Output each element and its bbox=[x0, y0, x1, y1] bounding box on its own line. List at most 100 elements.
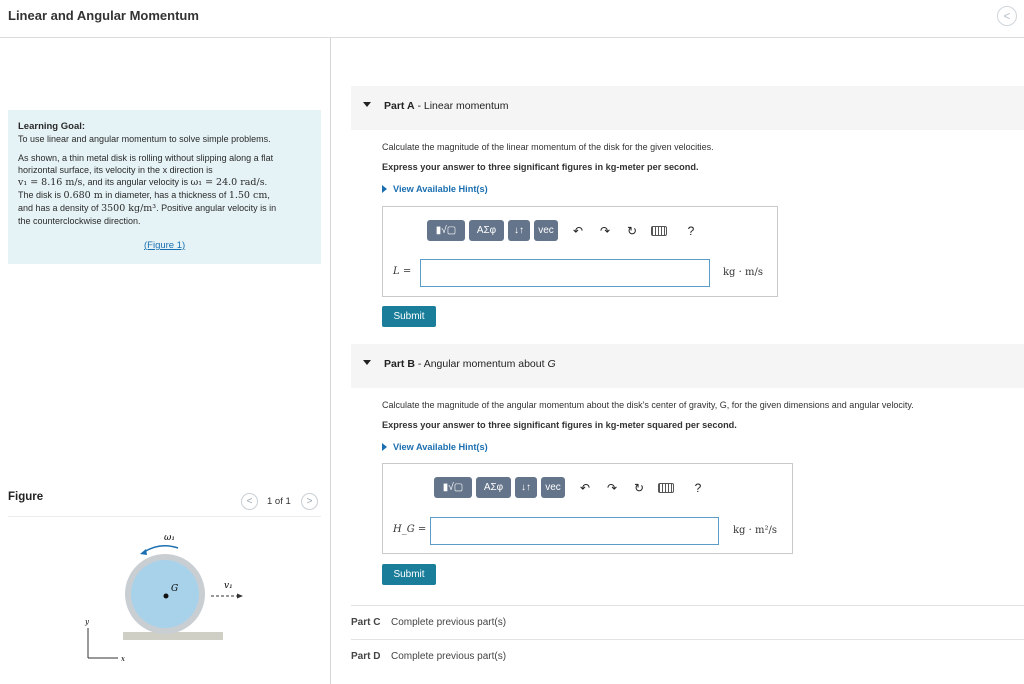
part-b-hint-link[interactable]: View Available Hint(s) bbox=[382, 442, 488, 452]
part-a-toolbar: ▮√▢ ΑΣφ ↓↑ vec ↶ ↷ ↻ ? bbox=[427, 220, 702, 241]
problem-line-3-text: , and its angular velocity is bbox=[82, 177, 191, 187]
part-b-header[interactable]: Part B - Angular momentum about G bbox=[351, 344, 1024, 388]
part-b-unit: kg · m²/s bbox=[733, 525, 777, 536]
part-b-submit-button[interactable]: Submit bbox=[382, 564, 436, 585]
part-a-answer-input[interactable] bbox=[420, 259, 710, 287]
figure-count: 1 of 1 bbox=[267, 496, 291, 507]
omega-label: ω₁ bbox=[164, 533, 175, 543]
part-c-row[interactable]: Part C Complete previous part(s) bbox=[351, 605, 1024, 639]
caret-down-icon bbox=[363, 360, 371, 365]
problem-line-4-end: , bbox=[267, 190, 270, 200]
center-of-gravity-dot bbox=[163, 593, 169, 599]
problem-line-4-text-2: in diameter, has a thickness of bbox=[102, 190, 229, 200]
part-d-status: Complete previous part(s) bbox=[391, 651, 507, 662]
problem-text: As shown, a thin metal disk is rolling w… bbox=[18, 152, 311, 227]
velocity-arrowhead bbox=[237, 593, 243, 599]
page-title: Linear and Angular Momentum bbox=[8, 8, 199, 23]
part-b-title: Part B - Angular momentum about G bbox=[384, 358, 556, 370]
part-b-answer-box: ▮√▢ ΑΣφ ↓↑ vec ↶ ↷ ↻ ? H_G = kg · m²/s bbox=[382, 463, 793, 554]
redo-icon[interactable]: ↷ bbox=[594, 220, 616, 241]
angular-velocity-value: ω₁ = 24.0 rad/s bbox=[190, 177, 265, 188]
part-a-title: Part A - Linear momentum bbox=[384, 100, 509, 112]
part-a-unit: kg · m/s bbox=[723, 267, 763, 278]
figure-link[interactable]: (Figure 1) bbox=[144, 240, 185, 252]
vec-button[interactable]: vec bbox=[541, 477, 565, 498]
problem-line-3-end: . bbox=[264, 177, 268, 187]
part-b-answer-input[interactable] bbox=[430, 517, 719, 545]
top-bar: Linear and Angular Momentum < bbox=[0, 0, 1024, 38]
caret-down-icon bbox=[363, 102, 371, 107]
caret-right-icon bbox=[382, 185, 387, 193]
templates-button[interactable]: ▮√▢ bbox=[434, 477, 472, 498]
reset-icon[interactable]: ↻ bbox=[621, 220, 643, 241]
part-b-hint-label: View Available Hint(s) bbox=[393, 442, 488, 452]
previous-icon[interactable]: < bbox=[997, 6, 1017, 26]
thickness-value: 1.50 cm bbox=[228, 190, 268, 201]
density-value: 3500 kg/m³ bbox=[101, 203, 157, 214]
problem-line-2: horizontal surface, its velocity in the … bbox=[18, 165, 213, 175]
templates-button[interactable]: ▮√▢ bbox=[427, 220, 465, 241]
figure-next-icon[interactable]: > bbox=[301, 493, 318, 510]
problem-line-5-text: and has a density of bbox=[18, 203, 102, 213]
part-a-answer-box: ▮√▢ ΑΣφ ↓↑ vec ↶ ↷ ↻ ? L = kg · m/s bbox=[382, 206, 778, 297]
y-axis-label: y bbox=[84, 618, 90, 626]
part-d-letter: Part D bbox=[351, 651, 381, 662]
learning-goal-title: Learning Goal: bbox=[18, 121, 86, 132]
part-a-instruction: Express your answer to three significant… bbox=[382, 162, 699, 172]
problem-line-4-text: The disk is bbox=[18, 190, 64, 200]
part-c-letter: Part C bbox=[351, 617, 381, 628]
figure-heading: Figure bbox=[8, 491, 44, 503]
problem-line-1: As shown, a thin metal disk is rolling w… bbox=[18, 153, 274, 163]
part-d-row[interactable]: Part D Complete previous part(s) bbox=[351, 639, 1024, 673]
problem-line-5-end: . Positive angular velocity is in bbox=[156, 203, 277, 213]
arrows-button[interactable]: ↓↑ bbox=[515, 477, 537, 498]
keyboard-icon[interactable] bbox=[658, 482, 674, 493]
part-a-hint-label: View Available Hint(s) bbox=[393, 184, 488, 194]
learning-goal-box: Learning Goal: To use linear and angular… bbox=[8, 110, 321, 264]
angular-arrow bbox=[143, 545, 179, 553]
greek-button[interactable]: ΑΣφ bbox=[469, 220, 504, 241]
problem-line-6: the counterclockwise direction. bbox=[18, 216, 141, 226]
vec-button[interactable]: vec bbox=[534, 220, 558, 241]
problem-line-4: The disk is 0.680 m in diameter, has a t… bbox=[18, 189, 311, 202]
g-label: G bbox=[171, 584, 178, 594]
part-b-question: Calculate the magnitude of the angular m… bbox=[382, 400, 914, 410]
part-b-variable: H_G = bbox=[393, 524, 427, 535]
part-b-instruction: Express your answer to three significant… bbox=[382, 420, 737, 430]
part-a-question: Calculate the magnitude of the linear mo… bbox=[382, 142, 714, 152]
part-b-name: - Angular momentum about bbox=[414, 358, 548, 370]
right-panel: Part A - Linear momentum Calculate the m… bbox=[332, 38, 1024, 684]
part-b-letter: Part B bbox=[384, 358, 415, 370]
redo-icon[interactable]: ↷ bbox=[601, 477, 623, 498]
part-c-status: Complete previous part(s) bbox=[391, 617, 507, 628]
figure-prev-icon[interactable]: < bbox=[241, 493, 258, 510]
undo-icon[interactable]: ↶ bbox=[567, 220, 589, 241]
part-a-hint-link[interactable]: View Available Hint(s) bbox=[382, 184, 488, 194]
part-b-toolbar: ▮√▢ ΑΣφ ↓↑ vec ↶ ↷ ↻ ? bbox=[434, 477, 709, 498]
ground-surface bbox=[123, 632, 223, 640]
part-a-variable: L = bbox=[393, 266, 412, 277]
problem-line-5: and has a density of 3500 kg/m³. Positiv… bbox=[18, 202, 311, 215]
help-icon[interactable]: ? bbox=[687, 477, 709, 498]
part-b-var: G bbox=[547, 358, 556, 370]
undo-icon[interactable]: ↶ bbox=[574, 477, 596, 498]
figure-divider bbox=[8, 516, 321, 517]
help-icon[interactable]: ? bbox=[680, 220, 702, 241]
diameter-value: 0.680 m bbox=[63, 190, 103, 201]
part-a-submit-button[interactable]: Submit bbox=[382, 306, 436, 327]
part-a-letter: Part A bbox=[384, 100, 415, 112]
problem-line-3: v₁ = 8.16 m/s, and its angular velocity … bbox=[18, 176, 311, 189]
part-a-header[interactable]: Part A - Linear momentum bbox=[351, 86, 1024, 130]
velocity-value: v₁ = 8.16 m/s bbox=[18, 177, 83, 188]
left-panel: Learning Goal: To use linear and angular… bbox=[0, 38, 331, 684]
learning-goal-intro: To use linear and angular momentum to so… bbox=[18, 134, 271, 144]
angular-arrowhead bbox=[140, 549, 147, 555]
disk-figure: G ω₁ v₁ y x bbox=[84, 533, 243, 663]
arrows-button[interactable]: ↓↑ bbox=[508, 220, 530, 241]
caret-right-icon bbox=[382, 443, 387, 451]
v-label: v₁ bbox=[224, 581, 233, 591]
greek-button[interactable]: ΑΣφ bbox=[476, 477, 511, 498]
part-a-name: - Linear momentum bbox=[414, 100, 509, 112]
keyboard-icon[interactable] bbox=[651, 225, 667, 236]
reset-icon[interactable]: ↻ bbox=[628, 477, 650, 498]
